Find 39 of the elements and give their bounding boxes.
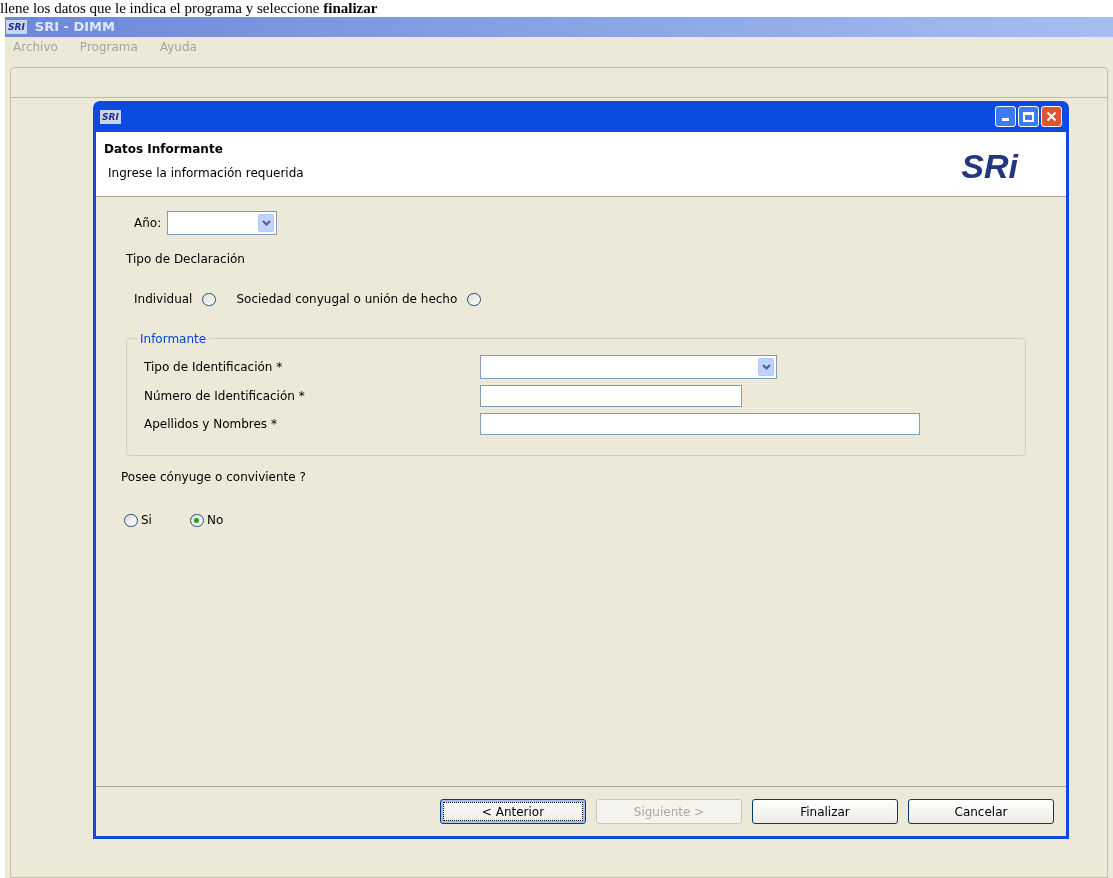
dialog-button[interactable]: Finalizar <box>752 799 898 824</box>
field-label: Apellidos y Nombres * <box>144 416 278 433</box>
radio-label: No <box>206 512 224 529</box>
input-field[interactable] <box>480 385 742 407</box>
radio-button[interactable] <box>467 292 482 306</box>
dialog-button[interactable]: Cancelar <box>908 799 1054 824</box>
close-button[interactable] <box>1041 106 1062 127</box>
field-label: Tipo de Identificación * <box>144 359 284 376</box>
question-label: Posee cónyuge o conviviente ? <box>121 469 307 486</box>
menu-item[interactable]: Ayuda <box>159 38 197 56</box>
minimize-button[interactable] <box>995 106 1016 127</box>
field-label: Número de Identificación * <box>144 388 306 405</box>
section-label: Tipo de Declaración <box>126 251 246 268</box>
dropdown-button[interactable] <box>758 358 774 376</box>
header-title: Datos Informante <box>104 141 224 158</box>
radio-label: Si <box>141 512 152 529</box>
dropdown-button[interactable] <box>258 214 275 232</box>
id-type-dropdown[interactable] <box>480 355 777 379</box>
menu-item[interactable]: Programa <box>79 38 138 56</box>
menu-item[interactable]: Archivo <box>13 38 58 56</box>
header-subtitle: Ingrese la información requerida <box>107 165 304 182</box>
sri-logo: SRi <box>961 146 1018 187</box>
dialog-logo: SRI <box>100 109 121 124</box>
caption-text: llene los datos que le indica el programa y seleccione finalizar <box>0 0 378 16</box>
app-title: SRI - DIMM <box>34 18 115 37</box>
radio-label: Individual <box>134 291 193 308</box>
radio-label: Sociedad conyugal o unión de hecho <box>236 291 458 308</box>
maximize-button[interactable] <box>1018 106 1039 127</box>
input-field[interactable] <box>480 413 920 435</box>
dialog-button[interactable]: < Anterior <box>440 799 586 824</box>
year-label: Año: <box>134 215 162 232</box>
close-icon <box>1046 111 1057 122</box>
year-dropdown[interactable] <box>167 211 278 235</box>
radio-button[interactable] <box>189 513 204 527</box>
chevron-down-icon <box>761 364 771 370</box>
chevron-down-icon <box>261 220 271 226</box>
app-logo: SRI <box>6 20 27 34</box>
radio-button[interactable] <box>124 513 138 527</box>
radio-button[interactable] <box>202 292 217 306</box>
